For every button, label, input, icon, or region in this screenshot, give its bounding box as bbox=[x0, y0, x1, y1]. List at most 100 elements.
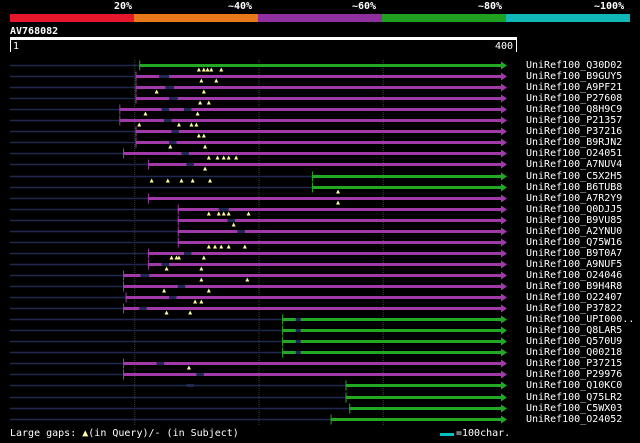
query-gap-marker bbox=[201, 255, 206, 260]
hit-arrow bbox=[501, 304, 507, 313]
hit-label[interactable]: UniRef100_P37822 bbox=[526, 303, 622, 314]
query-gap-marker bbox=[203, 166, 208, 171]
query-ruler bbox=[10, 37, 517, 40]
hit-label[interactable]: UniRef100_O24046 bbox=[526, 270, 622, 281]
hit-label[interactable]: UniRef100_B9H4R8 bbox=[526, 281, 622, 292]
hit-arrow bbox=[501, 172, 507, 181]
query-gap-marker bbox=[336, 189, 341, 194]
legend-swatch-60 bbox=[258, 14, 382, 22]
scale-key-label: =100char. bbox=[456, 428, 511, 439]
hit-arrow bbox=[501, 271, 507, 280]
hit-arrow bbox=[501, 183, 507, 192]
legend-label-20: 20% bbox=[114, 1, 133, 12]
hit-label[interactable]: UniRef100_B9VU85 bbox=[526, 215, 622, 226]
hit-label[interactable]: UniRef100_Q00218 bbox=[526, 347, 622, 358]
hit-label[interactable]: UniRef100_A9NUF5 bbox=[526, 259, 622, 270]
hit-label[interactable]: UniRef100_B9T0A7 bbox=[526, 248, 622, 259]
hit-label[interactable]: UniRef100_C5X2H5 bbox=[526, 171, 622, 182]
query-gap-marker bbox=[176, 255, 181, 260]
hit-arrow bbox=[501, 260, 507, 269]
query-gap-marker bbox=[221, 155, 226, 160]
hit-label[interactable]: UniRef100_A7NUV4 bbox=[526, 159, 622, 170]
query-gap-marker bbox=[209, 67, 214, 72]
hit-arrow bbox=[501, 381, 507, 390]
hit-label[interactable]: UniRef100_P21357 bbox=[526, 115, 622, 126]
query-gap-marker bbox=[143, 111, 148, 116]
query-gap-marker bbox=[206, 155, 211, 160]
query-gap-marker bbox=[205, 67, 210, 72]
hit-label[interactable]: UniRef100_Q570U9 bbox=[526, 336, 622, 347]
query-gap-marker bbox=[199, 266, 204, 271]
hit-arrow bbox=[501, 315, 507, 324]
alignment-plot bbox=[10, 60, 507, 425]
query-gap-marker bbox=[213, 244, 218, 249]
hit-arrow bbox=[501, 293, 507, 302]
ruler-tick-end bbox=[516, 40, 517, 52]
hit-arrow bbox=[501, 238, 507, 247]
hit-label[interactable]: UniRef100_P27608 bbox=[526, 93, 622, 104]
hit-arrow bbox=[501, 194, 507, 203]
hit-arrow bbox=[501, 205, 507, 214]
hit-arrow bbox=[501, 72, 507, 81]
hit-arrow bbox=[501, 393, 507, 402]
ruler-end-label: 400 bbox=[495, 41, 514, 52]
query-gap-marker bbox=[169, 255, 174, 260]
ruler-start-label: 1 bbox=[13, 41, 20, 52]
hit-arrow bbox=[501, 326, 507, 335]
hit-label[interactable]: UniRef100_O24051 bbox=[526, 148, 622, 159]
hit-label[interactable]: UniRef100_UPI000.. bbox=[526, 314, 634, 325]
query-gap-marker bbox=[206, 100, 211, 105]
query-gap-marker bbox=[215, 155, 220, 160]
query-gap-marker bbox=[208, 178, 213, 183]
hit-label[interactable]: UniRef100_P29976 bbox=[526, 369, 622, 380]
query-gap-marker bbox=[242, 244, 247, 249]
hit-label[interactable]: UniRef100_Q10KC0 bbox=[526, 380, 622, 391]
legend-swatch-40 bbox=[134, 14, 258, 22]
hit-arrow bbox=[501, 404, 507, 413]
hit-label[interactable]: UniRef100_Q8LAR5 bbox=[526, 325, 622, 336]
scale-key-bar bbox=[440, 433, 454, 436]
query-gap-marker bbox=[231, 222, 236, 227]
hit-arrow bbox=[501, 282, 507, 291]
gaps-legend-prefix: Large gaps: bbox=[10, 428, 83, 439]
legend-label-40: ~40% bbox=[228, 1, 253, 12]
query-gap-marker bbox=[206, 244, 211, 249]
query-gap-marker bbox=[336, 200, 341, 205]
query-gap-marker bbox=[216, 211, 221, 216]
hit-arrow bbox=[501, 127, 507, 136]
query-gap-marker bbox=[199, 78, 204, 83]
query-gap-marker bbox=[206, 288, 211, 293]
query-gap-marker bbox=[149, 178, 154, 183]
query-gap-marker bbox=[198, 100, 203, 105]
hit-label[interactable]: UniRef100_A7R2Y9 bbox=[526, 193, 622, 204]
query-gap-marker bbox=[196, 67, 201, 72]
hit-label[interactable]: UniRef100_Q8H9C9 bbox=[526, 104, 622, 115]
query-gap-marker bbox=[203, 144, 208, 149]
hit-label[interactable]: UniRef100_P37216 bbox=[526, 126, 622, 137]
hit-label[interactable]: UniRef100_A9PF21 bbox=[526, 82, 622, 93]
hit-label[interactable]: UniRef100_O22407 bbox=[526, 292, 622, 303]
hit-label[interactable]: UniRef100_Q30D02 bbox=[526, 60, 622, 71]
hit-label[interactable]: UniRef100_B6TUB8 bbox=[526, 182, 622, 193]
hit-label[interactable]: UniRef100_B9GUY5 bbox=[526, 71, 622, 82]
hit-label[interactable]: UniRef100_Q75W16 bbox=[526, 237, 622, 248]
hit-label[interactable]: UniRef100_O24052 bbox=[526, 414, 622, 425]
legend-swatch-80 bbox=[382, 14, 506, 22]
hit-label[interactable]: UniRef100_Q0DJJ5 bbox=[526, 204, 622, 215]
hit-label[interactable]: UniRef100_B9RJN2 bbox=[526, 137, 622, 148]
hit-label[interactable]: UniRef100_C5WX03 bbox=[526, 403, 622, 414]
hit-arrow bbox=[501, 227, 507, 236]
hit-arrow bbox=[501, 249, 507, 258]
query-gap-marker bbox=[154, 89, 159, 94]
query-gap-marker bbox=[164, 310, 169, 315]
hit-label[interactable]: UniRef100_P37215 bbox=[526, 358, 622, 369]
hit-label[interactable]: UniRef100_Q75LR2 bbox=[526, 392, 622, 403]
query-gap-marker bbox=[186, 365, 191, 370]
ruler-tick-start bbox=[10, 40, 11, 52]
hit-arrow bbox=[501, 94, 507, 103]
hit-label[interactable]: UniRef100_A2YNU0 bbox=[526, 226, 622, 237]
identity-legend-bar bbox=[10, 14, 630, 22]
query-gap-marker bbox=[234, 155, 239, 160]
query-gap-marker bbox=[221, 211, 226, 216]
query-gap-marker bbox=[194, 122, 199, 127]
